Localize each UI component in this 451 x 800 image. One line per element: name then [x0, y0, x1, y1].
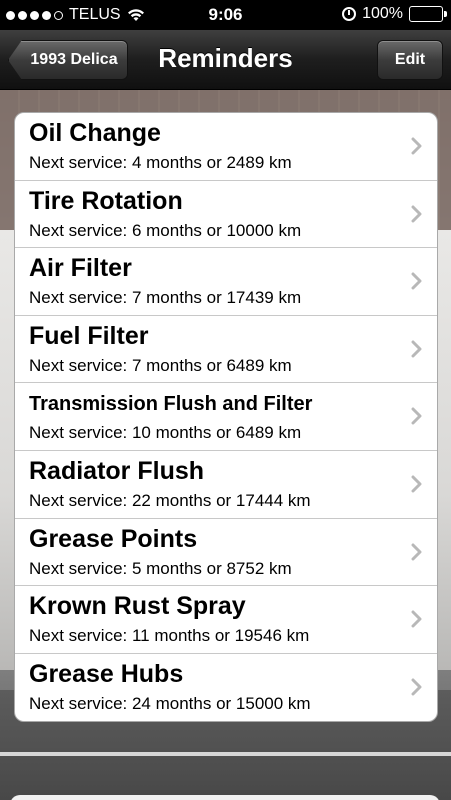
- reminder-name: Transmission Flush and Filter: [29, 393, 313, 416]
- reminder-name: Radiator Flush: [29, 456, 205, 485]
- reminder-row-grease-hubs[interactable]: Grease Hubs Next service: 24 months or 1…: [15, 654, 437, 722]
- battery-icon: [409, 6, 447, 22]
- reminder-name: Air Filter: [29, 254, 132, 283]
- chevron-right-icon: [411, 543, 422, 561]
- reminder-detail: Next service: 6 months or 10000 km: [29, 220, 302, 240]
- reminder-detail: Next service: 10 months or 6489 km: [29, 423, 302, 443]
- reminder-detail: Next service: 5 months or 8752 km: [29, 558, 292, 578]
- chevron-right-icon: [411, 272, 422, 290]
- reminder-row-grease-points[interactable]: Grease Points Next service: 5 months or …: [15, 519, 437, 587]
- battery-percentage: 100%: [362, 5, 403, 22]
- reminder-detail: Next service: 4 months or 2489 km: [29, 153, 292, 172]
- status-bar: TELUS 9:06 100%: [0, 0, 451, 30]
- reminder-row-oil-change[interactable]: Oil Change Next service: 4 months or 248…: [15, 113, 437, 181]
- reminder-row-tire-rotation[interactable]: Tire Rotation Next service: 6 months or …: [15, 181, 437, 249]
- reminder-name: Grease Points: [29, 524, 198, 553]
- background-strip: [10, 795, 440, 800]
- navigation-bar: 1993 Delica Reminders Edit: [0, 30, 451, 90]
- reminder-row-air-filter[interactable]: Air Filter Next service: 7 months or 174…: [15, 248, 437, 316]
- chevron-right-icon: [411, 137, 422, 155]
- chevron-right-icon: [411, 610, 422, 628]
- edit-button[interactable]: Edit: [377, 40, 443, 80]
- reminder-detail: Next service: 11 months or 19546 km: [29, 626, 310, 646]
- reminder-row-radiator-flush[interactable]: Radiator Flush Next service: 22 months o…: [15, 451, 437, 519]
- chevron-right-icon: [411, 678, 422, 696]
- reminder-row-transmission-flush[interactable]: Transmission Flush and Filter Next servi…: [15, 383, 437, 451]
- reminder-detail: Next service: 7 months or 17439 km: [29, 288, 302, 308]
- alarm-icon: [342, 7, 357, 21]
- background-road-line: [0, 752, 451, 756]
- chevron-right-icon: [411, 205, 422, 223]
- reminder-name: Fuel Filter: [29, 321, 149, 350]
- reminders-list: Oil Change Next service: 4 months or 248…: [14, 112, 438, 723]
- reminder-name: Oil Change: [29, 119, 161, 147]
- chevron-right-icon: [411, 340, 422, 358]
- reminder-row-fuel-filter[interactable]: Fuel Filter Next service: 7 months or 64…: [15, 316, 437, 384]
- reminder-detail: Next service: 7 months or 6489 km: [29, 355, 292, 375]
- reminder-name: Krown Rust Spray: [29, 592, 246, 621]
- reminder-row-krown-rust-spray[interactable]: Krown Rust Spray Next service: 11 months…: [15, 586, 437, 654]
- reminder-name: Tire Rotation: [29, 186, 183, 215]
- reminder-detail: Next service: 24 months or 15000 km: [29, 693, 311, 713]
- reminder-detail: Next service: 22 months or 17444 km: [29, 490, 311, 510]
- reminder-name: Grease Hubs: [29, 659, 184, 688]
- chevron-right-icon: [411, 407, 422, 425]
- chevron-right-icon: [411, 475, 422, 493]
